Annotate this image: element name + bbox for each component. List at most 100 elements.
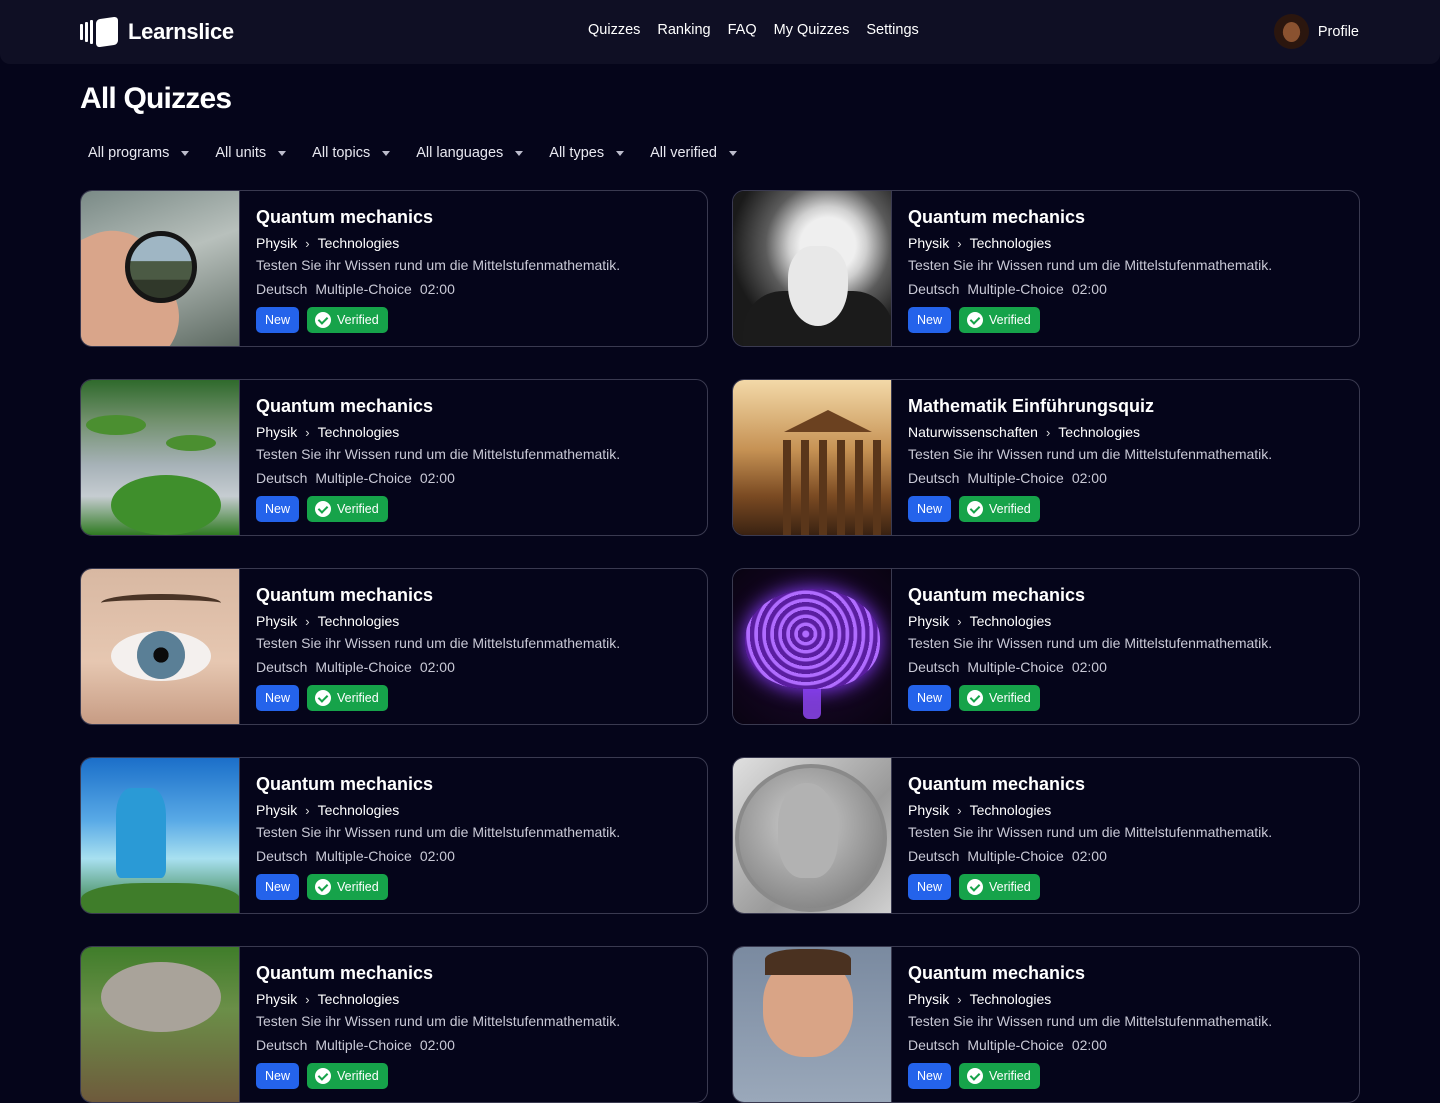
chevron-right-icon: › (957, 802, 962, 818)
quiz-program: Physik (256, 613, 298, 629)
filter-label: All units (215, 145, 267, 161)
quiz-thumbnail-fantasy-cliff (81, 758, 240, 913)
new-badge: New (256, 1063, 300, 1089)
profile-menu[interactable]: Profile (1273, 14, 1359, 49)
quiz-card[interactable]: Quantum mechanics Physik › Technologies Te… (80, 190, 708, 347)
verified-label: Verified (337, 313, 379, 327)
quiz-language: Deutsch (256, 1037, 308, 1053)
nav-settings[interactable]: Settings (866, 22, 918, 38)
quiz-description: Testen Sie ihr Wissen rund um die Mittel… (256, 635, 621, 651)
quiz-type: Multiple-Choice (315, 281, 412, 297)
quiz-description: Testen Sie ihr Wissen rund um die Mittel… (908, 446, 1273, 462)
filter-types[interactable]: All types (541, 141, 632, 165)
chevron-right-icon: › (957, 235, 962, 251)
quiz-breadcrumb: Physik › Technologies (908, 233, 1272, 253)
filter-programs[interactable]: All programs (80, 141, 197, 165)
check-circle-icon (315, 501, 332, 517)
quiz-topic: Technologies (317, 802, 400, 818)
quiz-description: Testen Sie ihr Wissen rund um die Mittel… (256, 257, 621, 273)
quiz-program: Naturwissenschaften (908, 424, 1038, 440)
nav-ranking[interactable]: Ranking (657, 22, 710, 38)
quiz-description: Testen Sie ihr Wissen rund um die Mittel… (256, 446, 621, 462)
quiz-thumbnail-glowing-brain (733, 569, 892, 724)
quiz-card[interactable]: Quantum mechanics Physik › Technologies Te… (732, 757, 1360, 914)
nav-quizzes[interactable]: Quizzes (588, 22, 640, 38)
quiz-program: Physik (908, 235, 950, 251)
filter-languages[interactable]: All languages (408, 141, 531, 165)
quiz-topic: Technologies (969, 991, 1052, 1007)
quiz-title: Quantum mechanics (256, 585, 434, 605)
filter-label: All programs (88, 145, 170, 161)
filter-verified[interactable]: All verified (642, 141, 745, 165)
quiz-duration: 02:00 (1071, 281, 1107, 297)
quiz-card[interactable]: Quantum mechanics Physik › Technologies Te… (732, 568, 1360, 725)
quiz-meta: Deutsch Multiple-Choice 02:00 (256, 659, 620, 679)
chevron-right-icon: › (957, 613, 962, 629)
quiz-description: Testen Sie ihr Wissen rund um die Mittel… (908, 635, 1273, 651)
quiz-thumbnail-green-islands (81, 380, 240, 535)
quiz-duration: 02:00 (1071, 659, 1107, 675)
verified-label: Verified (989, 1069, 1031, 1083)
quiz-title: Quantum mechanics (256, 963, 434, 983)
quiz-breadcrumb: Physik › Technologies (908, 611, 1272, 631)
quiz-duration: 02:00 (419, 848, 455, 864)
quiz-breadcrumb: Physik › Technologies (908, 989, 1272, 1009)
quiz-thumbnail-bearded-man-portrait (733, 191, 892, 346)
quiz-card[interactable]: Quantum mechanics Physik › Technologies Te… (732, 190, 1360, 347)
quiz-thumbnail-ancient-temple (733, 380, 892, 535)
quiz-card[interactable]: Quantum mechanics Physik › Technologies Te… (80, 757, 708, 914)
new-badge: New (256, 496, 300, 522)
quiz-card[interactable]: Mathematik Einführungsquiz Naturwissensc… (732, 379, 1360, 536)
quiz-meta: Deutsch Multiple-Choice 02:00 (256, 848, 620, 868)
nav-my-quizzes[interactable]: My Quizzes (774, 22, 850, 38)
quiz-breadcrumb: Physik › Technologies (256, 422, 620, 442)
quiz-grid: Quantum mechanics Physik › Technologies Te… (80, 190, 1360, 1103)
quiz-language: Deutsch (908, 470, 960, 486)
quiz-description: Testen Sie ihr Wissen rund um die Mittel… (908, 1013, 1273, 1029)
new-badge: New (908, 307, 952, 333)
new-badge: New (256, 685, 300, 711)
filter-units[interactable]: All units (207, 141, 294, 165)
chevron-down-icon (382, 150, 391, 156)
verified-label: Verified (989, 691, 1031, 705)
quiz-program: Physik (256, 802, 298, 818)
app-logo[interactable]: Learnslice (80, 16, 234, 48)
quiz-thumbnail-man-portrait (733, 947, 892, 1102)
quiz-duration: 02:00 (1071, 848, 1107, 864)
quiz-card[interactable]: Quantum mechanics Physik › Technologies Te… (732, 946, 1360, 1103)
quiz-card[interactable]: Quantum mechanics Physik › Technologies Te… (80, 379, 708, 536)
avatar[interactable] (1273, 14, 1309, 49)
new-badge: New (908, 496, 952, 522)
nav-faq[interactable]: FAQ (728, 22, 757, 38)
quiz-meta: Deutsch Multiple-Choice 02:00 (908, 659, 1272, 679)
check-circle-icon (315, 879, 332, 895)
quiz-title: Quantum mechanics (908, 585, 1086, 605)
verified-label: Verified (337, 691, 379, 705)
quiz-description: Testen Sie ihr Wissen rund um die Mittel… (908, 824, 1273, 840)
chevron-right-icon: › (1045, 424, 1051, 440)
quiz-type: Multiple-Choice (967, 659, 1064, 675)
quiz-breadcrumb: Physik › Technologies (256, 611, 620, 631)
quiz-description: Testen Sie ihr Wissen rund um die Mittel… (256, 824, 621, 840)
new-badge: New (908, 1063, 952, 1089)
quiz-program: Physik (908, 991, 950, 1007)
filter-label: All languages (416, 145, 504, 161)
quiz-card[interactable]: Quantum mechanics Physik › Technologies Te… (80, 568, 708, 725)
quiz-program: Physik (908, 613, 950, 629)
quiz-meta: Deutsch Multiple-Choice 02:00 (256, 470, 620, 490)
quiz-meta: Deutsch Multiple-Choice 02:00 (908, 470, 1272, 490)
chevron-right-icon: › (305, 424, 310, 440)
verified-badge: Verified (959, 685, 1040, 711)
filter-topics[interactable]: All topics (304, 141, 398, 165)
verified-badge: Verified (307, 1063, 388, 1089)
chevron-right-icon: › (305, 991, 310, 1007)
profile-label: Profile (1317, 23, 1359, 40)
chevron-down-icon (616, 150, 625, 156)
quiz-program: Physik (256, 424, 298, 440)
check-circle-icon (315, 312, 332, 328)
quiz-meta: Deutsch Multiple-Choice 02:00 (908, 281, 1272, 301)
filter-label: All types (549, 145, 605, 161)
quiz-title: Quantum mechanics (908, 207, 1086, 227)
filter-label: All verified (650, 145, 717, 161)
quiz-card[interactable]: Quantum mechanics Physik › Technologies Te… (80, 946, 708, 1103)
